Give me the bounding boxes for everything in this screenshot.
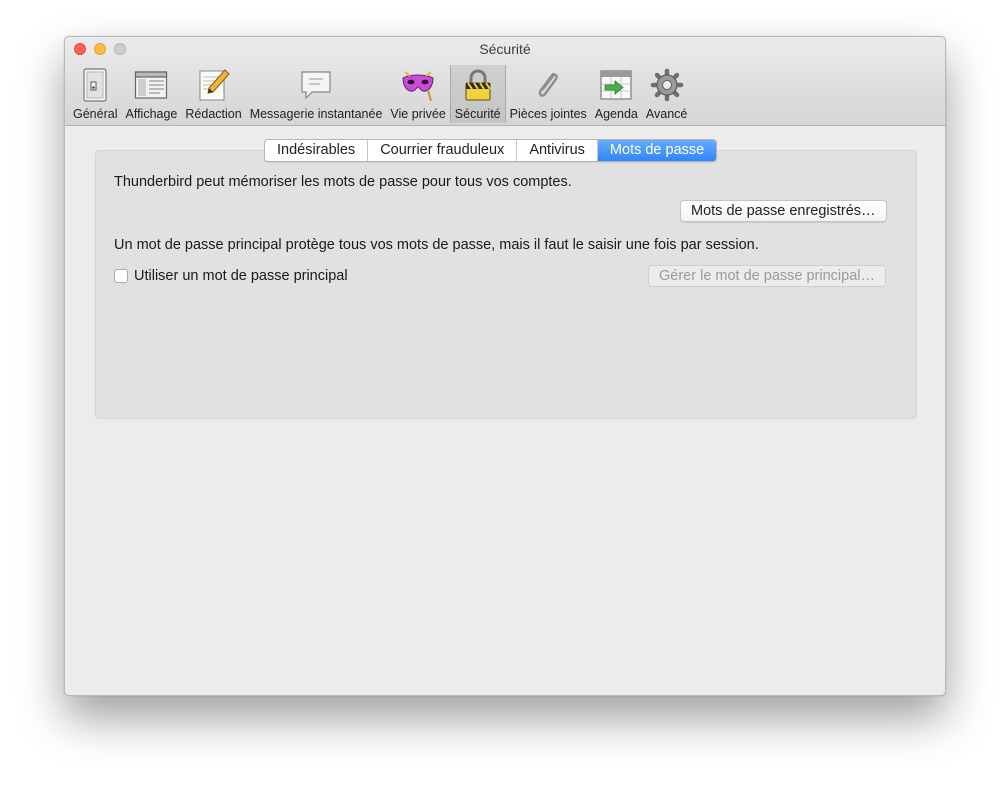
toolbar-item-attachments[interactable]: Pièces jointes: [506, 65, 591, 123]
attachment-paperclip-icon: [538, 72, 559, 97]
tab-scam[interactable]: Courrier frauduleux: [368, 140, 518, 161]
master-password-checkbox-label[interactable]: Utiliser un mot de passe principal: [134, 268, 348, 284]
saved-passwords-button[interactable]: Mots de passe enregistrés…: [680, 200, 887, 222]
calendar-icon: [600, 70, 632, 100]
passwords-panel: Thunderbird peut mémoriser les mots de p…: [95, 150, 917, 419]
toolbar-item-label: Pièces jointes: [509, 107, 587, 121]
toolbar-item-calendar[interactable]: Agenda: [591, 65, 642, 123]
tab-passwords[interactable]: Mots de passe: [597, 140, 717, 161]
toolbar-item-label: Rédaction: [185, 107, 242, 121]
passwords-description: Thunderbird peut mémoriser les mots de p…: [114, 174, 572, 190]
toolbar-item-label: Affichage: [125, 107, 178, 121]
privacy-mask-icon: [402, 71, 434, 102]
toolbar-item-security[interactable]: Sécurité: [449, 65, 506, 123]
general-switch-icon: [83, 68, 107, 102]
toolbar-item-label: Général: [73, 107, 118, 121]
toolbar-item-privacy[interactable]: Vie privée: [386, 65, 449, 123]
toolbar-item-label: Avancé: [645, 107, 688, 121]
toolbar-item-general[interactable]: Général: [69, 65, 121, 123]
compose-pencil-icon: [199, 69, 230, 101]
preferences-window: Sécurité Général Affichage Rédaction Mes…: [64, 36, 946, 696]
tab-antivirus[interactable]: Antivirus: [517, 140, 598, 161]
tab-junk[interactable]: Indésirables: [265, 140, 369, 161]
toolbar-item-display[interactable]: Affichage: [121, 65, 181, 123]
security-padlock-icon: [465, 69, 491, 101]
master-password-checkbox[interactable]: [114, 269, 128, 283]
title-bar: Sécurité Général Affichage Rédaction Mes…: [65, 37, 945, 126]
toolbar-item-label: Agenda: [594, 107, 638, 121]
security-tabs: Indésirables Courrier frauduleux Antivir…: [264, 139, 718, 162]
toolbar-item-compose[interactable]: Rédaction: [181, 65, 245, 123]
toolbar-item-chat[interactable]: Messagerie instantanée: [246, 65, 387, 123]
toolbar-item-label: Messagerie instantanée: [249, 107, 383, 121]
preferences-toolbar: Général Affichage Rédaction Messagerie i…: [69, 65, 691, 123]
master-password-option[interactable]: Utiliser un mot de passe principal: [114, 268, 348, 284]
master-password-description: Un mot de passe principal protège tous v…: [114, 237, 759, 253]
manage-master-password-button[interactable]: Gérer le mot de passe principal…: [648, 265, 886, 287]
toolbar-item-advanced[interactable]: Avancé: [642, 65, 691, 123]
display-window-icon: [135, 71, 168, 99]
toolbar-item-label: Sécurité: [454, 107, 501, 121]
toolbar-item-label: Vie privée: [390, 107, 446, 121]
chat-bubble-icon: [301, 71, 331, 100]
advanced-gear-icon: [650, 68, 683, 102]
window-title: Sécurité: [479, 41, 531, 57]
